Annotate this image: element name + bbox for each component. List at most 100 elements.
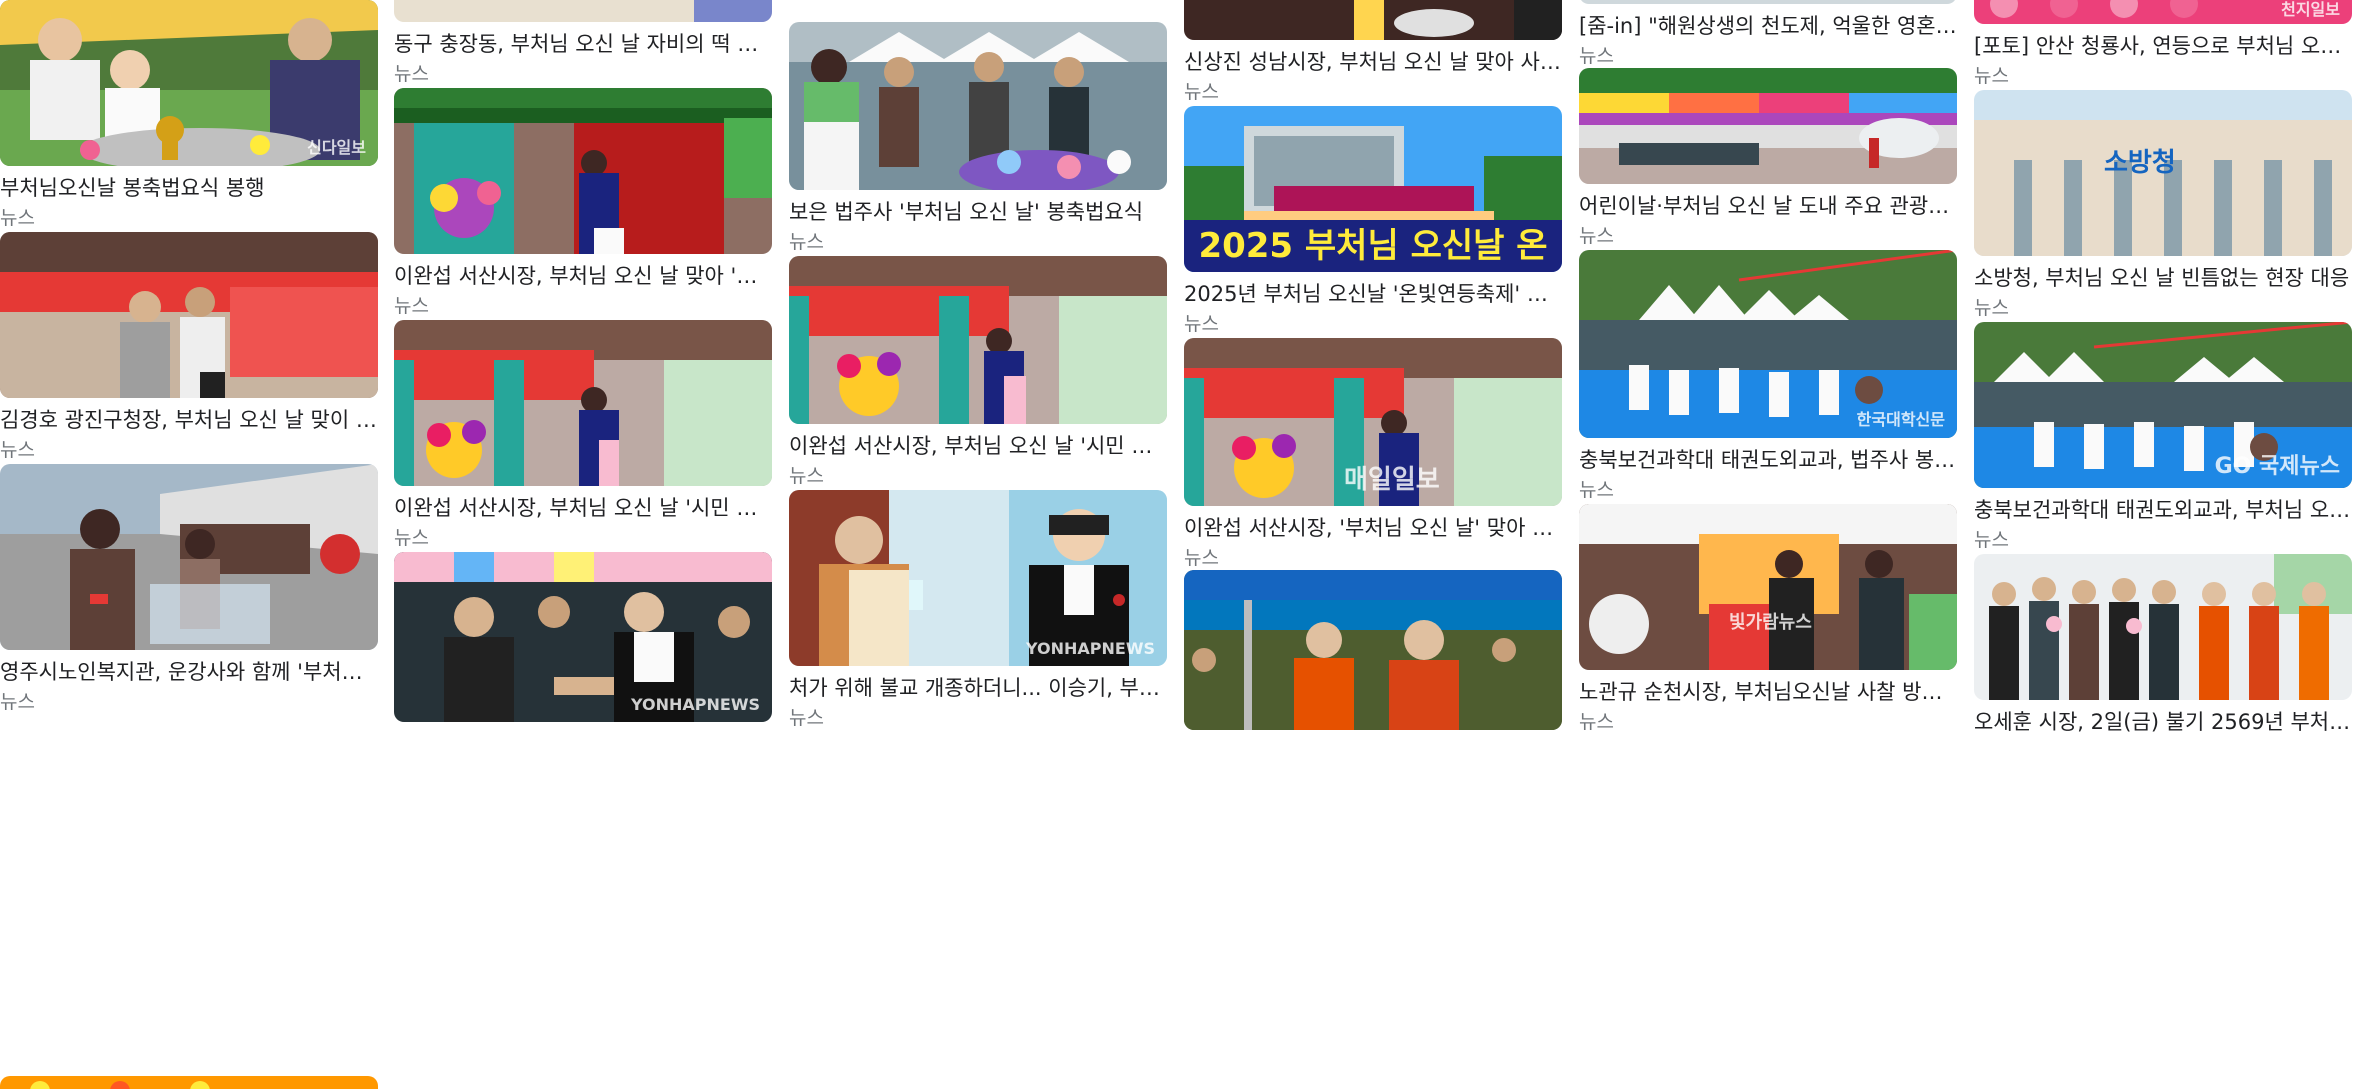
result-thumbnail[interactable] (1974, 554, 2352, 700)
watermark-text: 빛가람뉴스 (1729, 612, 1812, 633)
photo-lanterns-courtyard (1579, 68, 1957, 184)
image-result-card[interactable]: 김경호 광진구청장, 부처님 오신 날 맞이 봉축 법요식 참석 뉴스 (0, 232, 378, 462)
result-thumbnail[interactable] (1579, 68, 1957, 184)
image-result-card[interactable]: 빛가람뉴스 노관규 순천시장, 부처님오신날 사찰 방문 봉축 뉴스 (1579, 504, 1957, 734)
image-result-card[interactable]: 이완섭 서산시장, 부처님 오신 날 '시민 행복' 기원 뉴스 (789, 256, 1167, 488)
result-source: 뉴스 (1184, 81, 1219, 103)
result-source: 뉴스 (1579, 711, 1614, 733)
result-title[interactable]: 노관규 순천시장, 부처님오신날 사찰 방문 봉축 (1579, 678, 1957, 706)
image-result-card[interactable]: 이완섭 서산시장, 부처님 오신 날 맞아 '봉축' 뉴스 (394, 88, 772, 318)
photo-beopjusa-ceremony (789, 22, 1167, 190)
result-source: 뉴스 (1184, 313, 1219, 335)
image-result-card[interactable]: 2025 부처님 오신날 온빛연등축제 2025년 부처님 오신날 '온빛연등축… (1184, 106, 1562, 336)
image-result-card[interactable]: YONHAPNEWS 처가 위해 불교 개종하더니... 이승기, 부처님 오신… (789, 490, 1167, 730)
image-result-card[interactable]: 한국대학신문 충북보건과학대 태권도외교과, 법주사 봉축 시범 뉴스 (1579, 250, 1957, 502)
image-result-card[interactable] (1184, 570, 1562, 730)
building-sign: 소방청 (2104, 148, 2176, 178)
result-thumbnail[interactable] (789, 22, 1167, 190)
photo-lanterns-partial (0, 1076, 378, 1089)
result-title[interactable]: 2025년 부처님 오신날 '온빛연등축제' 성료 (1184, 280, 1562, 308)
result-thumbnail[interactable] (394, 88, 772, 254)
image-result-card[interactable]: 소방청 소방청, 부처님 오신 날 빈틈없는 현장 대응 뉴스 (1974, 90, 2352, 320)
watermark-text: 천지일보 (2281, 0, 2340, 19)
result-thumbnail[interactable]: 매일일보 (1184, 338, 1562, 506)
photo-seongnam-altar-partial (1184, 0, 1562, 40)
watermark-text: YONHAPNEWS (631, 695, 760, 714)
result-thumbnail[interactable]: 천지일보 (1974, 0, 2352, 24)
result-title[interactable]: 소방청, 부처님 오신 날 빈틈없는 현장 대응 (1974, 264, 2352, 292)
watermark-text: 매일일보 (1344, 465, 1440, 495)
photo-suncheon-temple-visit (1579, 504, 1957, 670)
result-title[interactable]: 충북보건과학대 태권도외교과, 법주사 봉축 시범 (1579, 446, 1957, 474)
image-result-card[interactable]: 신상진 성남시장, 부처님 오신 날 맞아 사찰 방문 뉴스 (1184, 0, 1562, 104)
image-result-card[interactable]: 오세훈 시장, 2일(금) 불기 2569년 부처님 오신 날 봉축 (1974, 554, 2352, 736)
result-title[interactable]: 이완섭 서산시장, 부처님 오신 날 맞아 '봉축' (394, 262, 772, 290)
result-thumbnail[interactable] (0, 1076, 378, 1089)
photo-monks-tent (1184, 570, 1562, 730)
image-result-card[interactable]: 천지일보 [포토] 안산 청룡사, 연등으로 부처님 오신 날 맞이 뉴스 (1974, 0, 2352, 88)
result-source: 뉴스 (1579, 225, 1614, 247)
photo-rice-cake-partial (394, 0, 772, 22)
result-title[interactable]: 오세훈 시장, 2일(금) 불기 2569년 부처님 오신 날 봉축 (1974, 708, 2352, 736)
photo-partial (1579, 0, 1957, 4)
image-result-card[interactable]: GO 국제뉴스 충북보건과학대 태권도외교과, 부처님 오신 날 시범 뉴스 (1974, 322, 2352, 552)
result-title[interactable]: 충북보건과학대 태권도외교과, 부처님 오신 날 시범 (1974, 496, 2352, 524)
result-thumbnail[interactable] (394, 320, 772, 486)
image-result-card[interactable]: YONHAPNEWS (394, 552, 772, 722)
result-source: 뉴스 (0, 691, 35, 713)
image-result-card[interactable]: 영주시노인복지관, 운강사와 함께 '부처님 오신 날' 행사 뉴스 (0, 464, 378, 714)
result-title[interactable]: 신상진 성남시장, 부처님 오신 날 맞아 사찰 방문 (1184, 48, 1562, 76)
result-title[interactable]: 김경호 광진구청장, 부처님 오신 날 맞이 봉축 법요식 참석 (0, 406, 378, 434)
image-result-card[interactable]: 이완섭 서산시장, 부처님 오신 날 '시민 행복' 기원 뉴스 (394, 320, 772, 550)
result-title[interactable]: 이완섭 서산시장, 부처님 오신 날 '시민 행복' 기원 (789, 432, 1167, 460)
result-title[interactable]: 처가 위해 불교 개종하더니... 이승기, 부처님 오신 날 (789, 674, 1167, 702)
result-thumbnail[interactable] (394, 0, 772, 22)
watermark-text: YONHAPNEWS (1026, 639, 1155, 658)
result-title[interactable]: 이완섭 서산시장, '부처님 오신 날' 맞아 사찰 방문 (1184, 514, 1562, 542)
result-source: 뉴스 (0, 439, 35, 461)
photo-official-bowing-altar (789, 256, 1167, 424)
result-title[interactable]: 영주시노인복지관, 운강사와 함께 '부처님 오신 날' 행사 (0, 658, 378, 686)
result-source: 뉴스 (394, 63, 429, 85)
result-thumbnail[interactable] (0, 232, 378, 398)
result-title[interactable]: 어린이날·부처님 오신 날 도내 주요 관광지 북적 (1579, 192, 1957, 220)
result-thumbnail[interactable]: YONHAPNEWS (789, 490, 1167, 666)
result-thumbnail[interactable]: GO 국제뉴스 (1974, 322, 2352, 488)
result-title[interactable]: 이완섭 서산시장, 부처님 오신 날 '시민 행복' 기원 (394, 494, 772, 522)
result-title[interactable]: 동구 충장동, 부처님 오신 날 자비의 떡 나눔 (394, 30, 772, 58)
image-result-card[interactable]: 보은 법주사 '부처님 오신 날' 봉축법요식 뉴스 (789, 22, 1167, 254)
photo-temple-handshake (0, 232, 378, 398)
result-thumbnail[interactable] (789, 256, 1167, 424)
result-title[interactable]: 부처님오신날 봉축법요식 봉행 (0, 174, 378, 202)
result-thumbnail[interactable]: 신다일보 (0, 0, 378, 166)
result-source: 뉴스 (394, 295, 429, 317)
result-thumbnail[interactable] (0, 464, 378, 650)
result-source: 뉴스 (1974, 529, 2009, 551)
result-thumbnail[interactable]: 2025 부처님 오신날 온빛연등축제 (1184, 106, 1562, 272)
result-title[interactable]: [포토] 안산 청룡사, 연등으로 부처님 오신 날 맞이 (1974, 32, 2352, 60)
image-result-card[interactable]: 동구 충장동, 부처님 오신 날 자비의 떡 나눔 뉴스 (394, 0, 772, 86)
result-thumbnail[interactable]: 빛가람뉴스 (1579, 504, 1957, 670)
image-result-card[interactable] (0, 1076, 378, 1089)
festival-banner: 2025 부처님 오신날 온빛연등축제 (1184, 220, 1562, 272)
image-result-card[interactable]: 매일일보 이완섭 서산시장, '부처님 오신 날' 맞아 사찰 방문 뉴스 (1184, 338, 1562, 570)
image-result-card[interactable]: 신다일보 부처님오신날 봉축법요식 봉행 뉴스 (0, 0, 378, 230)
result-source: 뉴스 (789, 231, 824, 253)
result-thumbnail[interactable] (1579, 0, 1957, 4)
photo-official-bowing-lanterns (394, 320, 772, 486)
result-title[interactable]: 보은 법주사 '부처님 오신 날' 봉축법요식 (789, 198, 1167, 226)
result-thumbnail[interactable]: YONHAPNEWS (394, 552, 772, 722)
image-result-card[interactable]: [줌-in] "해원상생의 천도제, 억울한 영혼을 위로하다" 뉴스 (1579, 0, 1957, 68)
result-title[interactable]: [줌-in] "해원상생의 천도제, 억울한 영혼을 위로하다" (1579, 12, 1957, 40)
result-thumbnail[interactable]: 한국대학신문 (1579, 250, 1957, 438)
photo-official-bowing-temple (394, 88, 772, 254)
result-thumbnail[interactable] (1184, 0, 1562, 40)
result-thumbnail[interactable]: 소방청 (1974, 90, 2352, 256)
photo-mayor-lantern-event (1974, 554, 2352, 700)
result-thumbnail[interactable] (1184, 570, 1562, 730)
photo-elderly-donation (0, 464, 378, 650)
result-source: 뉴스 (0, 207, 35, 229)
result-source: 뉴스 (1579, 45, 1614, 67)
result-source: 뉴스 (1579, 479, 1614, 501)
image-result-card[interactable]: 어린이날·부처님 오신 날 도내 주요 관광지 북적 뉴스 (1579, 68, 1957, 248)
